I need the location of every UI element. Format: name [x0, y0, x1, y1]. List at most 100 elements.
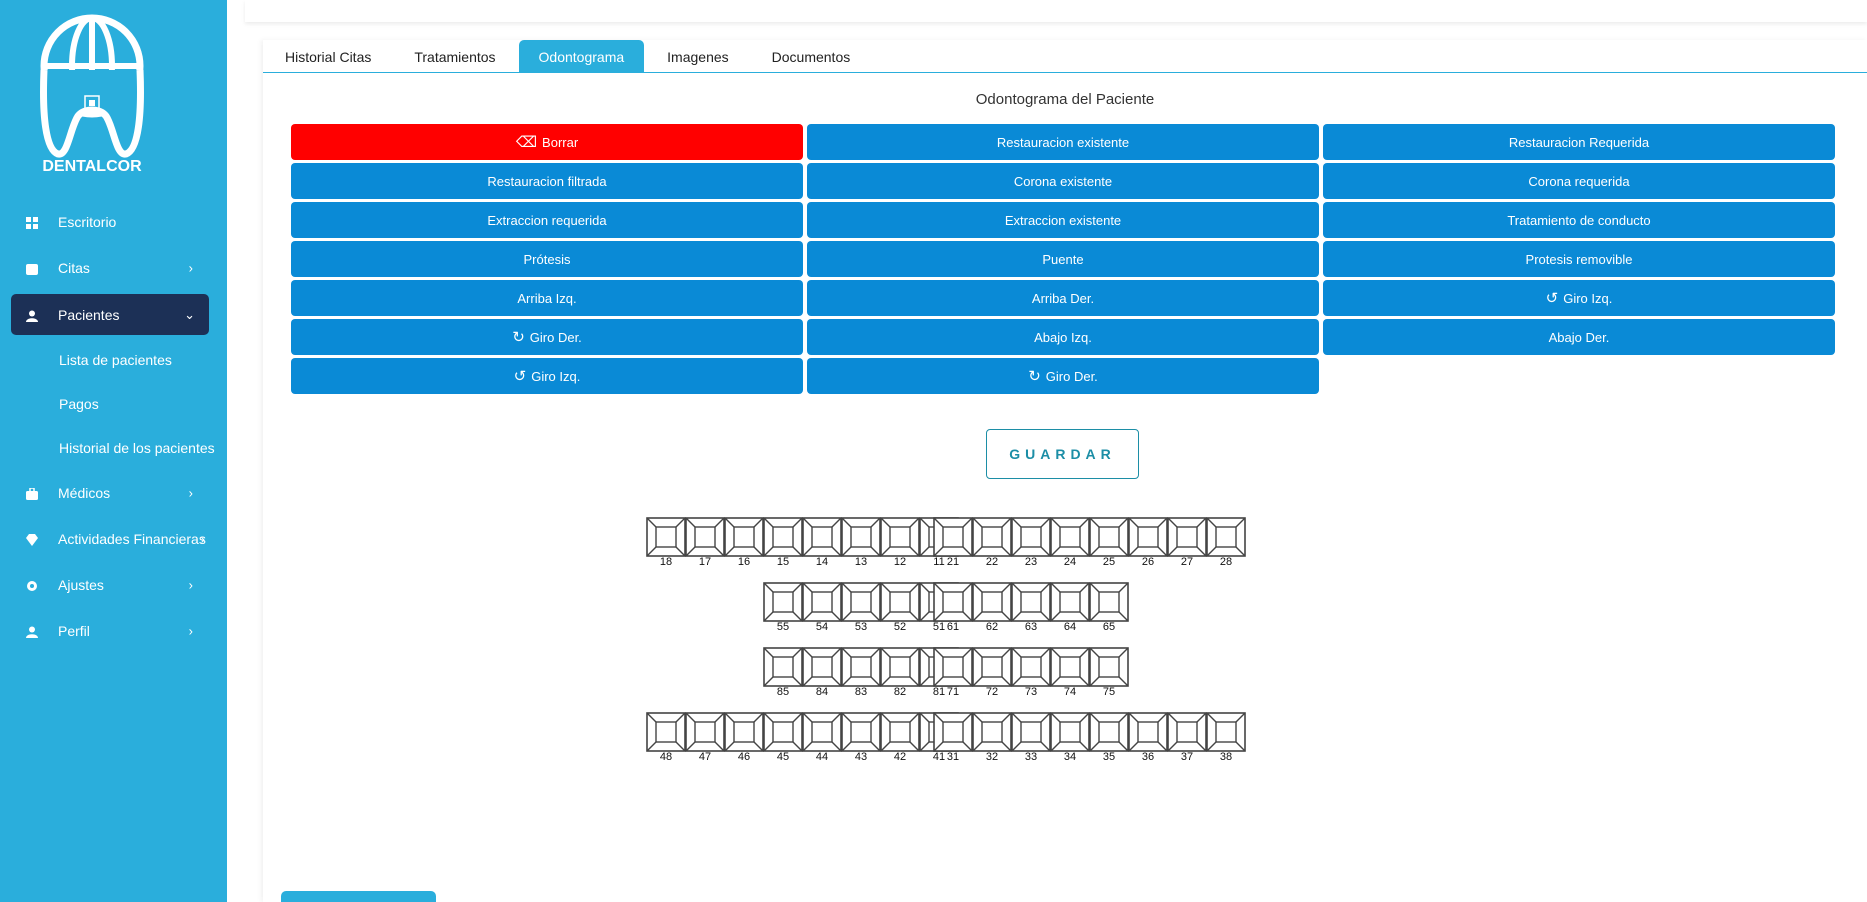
tooth-number: 35	[1102, 751, 1116, 763]
tool-button[interactable]: Extraccion requerida	[291, 202, 803, 238]
sidebar-subitem-lista-pacientes[interactable]: Lista de pacientes	[0, 338, 227, 382]
tool-button[interactable]: Restauracion filtrada	[291, 163, 803, 199]
tool-button[interactable]: Restauracion existente	[807, 124, 1319, 160]
tab-tratamientos[interactable]: Tratamientos	[394, 40, 515, 73]
tool-button[interactable]: Extraccion existente	[807, 202, 1319, 238]
tooth[interactable]: 36	[1128, 712, 1168, 763]
tool-button[interactable]: Prótesis	[291, 241, 803, 277]
tooth[interactable]: 27	[1167, 517, 1207, 568]
sidebar-item-citas[interactable]: Citas ›	[0, 245, 227, 291]
tool-button[interactable]: Restauracion Requerida	[1323, 124, 1835, 160]
tab-historial-citas[interactable]: Historial Citas	[265, 40, 391, 73]
dentalcor-logo[interactable]: DENTALCOR	[36, 8, 152, 176]
tool-button[interactable]: Corona existente	[807, 163, 1319, 199]
tooth[interactable]: 74	[1050, 647, 1090, 698]
tooth[interactable]: 34	[1050, 712, 1090, 763]
tooth[interactable]: 37	[1167, 712, 1207, 763]
tooth[interactable]: 46	[724, 712, 764, 763]
sidebar-subitem-pagos[interactable]: Pagos	[0, 382, 227, 426]
tooth[interactable]: 43	[841, 712, 881, 763]
sidebar-item-medicos[interactable]: Médicos ›	[0, 470, 227, 516]
sidebar-item-escritorio[interactable]: Escritorio	[0, 199, 227, 245]
tooth[interactable]: 14	[802, 517, 842, 568]
tooth[interactable]: 65	[1089, 582, 1129, 633]
tooth[interactable]: 61	[933, 582, 973, 633]
tooth[interactable]: 25	[1089, 517, 1129, 568]
tooth[interactable]: 75	[1089, 647, 1129, 698]
tooth[interactable]: 28	[1206, 517, 1246, 568]
tool-button[interactable]: Abajo Der.	[1323, 319, 1835, 355]
diamond-icon	[26, 533, 38, 546]
tooth[interactable]: 55	[763, 582, 803, 633]
tooth[interactable]: 21	[933, 517, 973, 568]
tooth[interactable]: 26	[1128, 517, 1168, 568]
tooth[interactable]: 22	[972, 517, 1012, 568]
tooth[interactable]: 31	[933, 712, 973, 763]
sidebar-item-label: Médicos	[58, 485, 111, 501]
tool-button[interactable]: Arriba Der.	[807, 280, 1319, 316]
tooth[interactable]: 42	[880, 712, 920, 763]
tooth[interactable]: 45	[763, 712, 803, 763]
tool-button[interactable]: Protesis removible	[1323, 241, 1835, 277]
tooth[interactable]: 63	[1011, 582, 1051, 633]
tool-button[interactable]: Tratamiento de conducto	[1323, 202, 1835, 238]
sidebar-item-perfil[interactable]: Perfil ›	[0, 608, 227, 654]
tooth[interactable]: 73	[1011, 647, 1051, 698]
tool-button[interactable]: Arriba Izq.	[291, 280, 803, 316]
tooth[interactable]: 71	[933, 647, 973, 698]
tooth[interactable]: 72	[972, 647, 1012, 698]
tooth[interactable]: 17	[685, 517, 725, 568]
tool-button[interactable]: ↻ Giro Der.	[291, 319, 803, 355]
tooth[interactable]: 12	[880, 517, 920, 568]
tooth[interactable]: 52	[880, 582, 920, 633]
tool-button[interactable]: ↻ Giro Der.	[807, 358, 1319, 394]
tooth[interactable]: 32	[972, 712, 1012, 763]
tooth[interactable]: 18	[646, 517, 686, 568]
tooth[interactable]: 35	[1089, 712, 1129, 763]
tooth[interactable]: 47	[685, 712, 725, 763]
tool-button[interactable]: ↺ Giro Izq.	[1323, 280, 1835, 316]
tooth[interactable]: 82	[880, 647, 920, 698]
tooth[interactable]: 48	[646, 712, 686, 763]
tool-button[interactable]: Corona requerida	[1323, 163, 1835, 199]
sidebar-item-pacientes[interactable]: Pacientes ⌄	[11, 294, 209, 335]
tool-button[interactable]: Puente	[807, 241, 1319, 277]
tooth[interactable]: 24	[1050, 517, 1090, 568]
sidebar-subitem-historial[interactable]: Historial de los pacientes	[0, 426, 227, 470]
tab-imagenes[interactable]: Imagenes	[647, 40, 748, 73]
gear-icon	[26, 579, 38, 591]
tooth[interactable]: 54	[802, 582, 842, 633]
tooth[interactable]: 62	[972, 582, 1012, 633]
tooth[interactable]: 85	[763, 647, 803, 698]
tool-button[interactable]: ⌫ Borrar	[291, 124, 803, 160]
tooth[interactable]: 23	[1011, 517, 1051, 568]
tab-bar: Historial Citas Tratamientos Odontograma…	[263, 40, 1867, 73]
tooth[interactable]: 15	[763, 517, 803, 568]
tab-documentos[interactable]: Documentos	[752, 40, 871, 73]
bottom-action-tab[interactable]	[281, 891, 436, 902]
tooth[interactable]: 38	[1206, 712, 1246, 763]
tooth[interactable]: 83	[841, 647, 881, 698]
tooth-number: 64	[1063, 621, 1077, 633]
tooth[interactable]: 84	[802, 647, 842, 698]
tooth[interactable]: 53	[841, 582, 881, 633]
tooth-number: 18	[659, 556, 673, 568]
tool-button-label: Protesis removible	[1525, 251, 1633, 267]
sidebar-item-actividades-financieras[interactable]: Actividades Financieras ›	[0, 516, 227, 562]
tooth[interactable]: 33	[1011, 712, 1051, 763]
save-button[interactable]: GUARDAR	[986, 429, 1139, 479]
tooth[interactable]: 44	[802, 712, 842, 763]
tooth[interactable]: 13	[841, 517, 881, 568]
chevron-down-icon: ⌄	[184, 306, 195, 322]
rotate-left-icon: ↺	[513, 367, 527, 385]
tab-odontograma[interactable]: Odontograma	[518, 40, 645, 73]
sidebar-item-ajustes[interactable]: Ajustes ›	[0, 562, 227, 608]
tooth[interactable]: 16	[724, 517, 764, 568]
tool-button-label: Giro Izq.	[531, 368, 581, 384]
tooth-number: 23	[1024, 556, 1038, 568]
rotate-right-icon: ↻	[1028, 367, 1041, 385]
tool-button[interactable]: Abajo Izq.	[807, 319, 1319, 355]
eraser-icon: ⌫	[515, 133, 538, 151]
tool-button[interactable]: ↺ Giro Izq.	[291, 358, 803, 394]
tooth[interactable]: 64	[1050, 582, 1090, 633]
